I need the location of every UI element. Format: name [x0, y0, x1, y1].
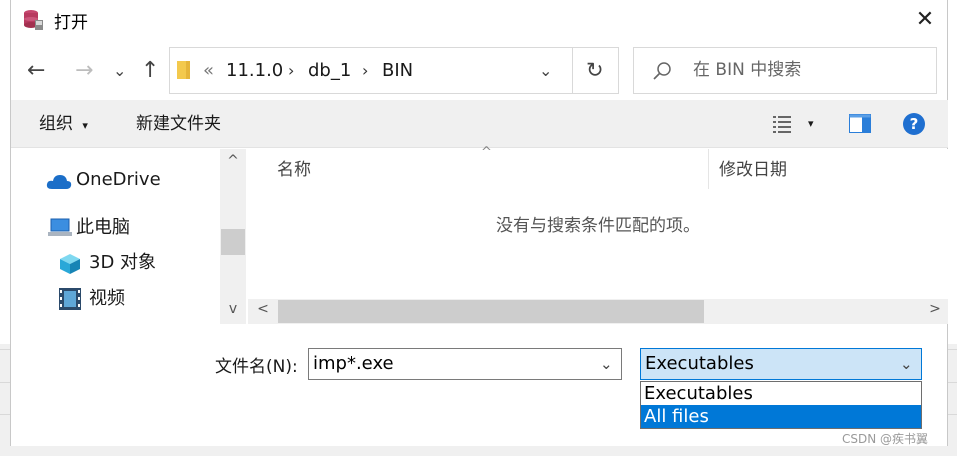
filename-value: imp*.exe — [313, 353, 394, 374]
breadcrumb-overflow[interactable]: « — [203, 48, 214, 93]
organize-label: 组织 — [39, 114, 73, 134]
new-folder-button[interactable]: 新建文件夹 — [136, 100, 221, 148]
organize-arrow-icon: ▾ — [82, 119, 88, 132]
filetype-options-list: Executables All files — [640, 381, 922, 429]
search-icon — [652, 61, 672, 81]
film-icon — [59, 288, 81, 310]
filename-input[interactable]: imp*.exe ⌄ — [308, 348, 622, 380]
window-title: 打开 — [54, 13, 88, 33]
details-view-icon[interactable] — [771, 113, 795, 135]
filename-dropdown-icon[interactable]: ⌄ — [600, 349, 613, 379]
forward-button[interactable]: → — [75, 54, 93, 88]
sort-ascending-icon: ^ — [481, 145, 492, 160]
address-divider — [572, 48, 573, 93]
recent-locations-button[interactable]: ⌄ — [113, 54, 126, 88]
up-button[interactable]: ↑ — [141, 54, 159, 88]
help-button[interactable]: ? — [903, 113, 925, 135]
column-divider[interactable] — [708, 149, 709, 189]
close-button[interactable]: ✕ — [910, 6, 940, 34]
search-placeholder: 在 BIN 中搜索 — [693, 60, 802, 80]
command-bar: 组织 ▾ 新建文件夹 ▾ ? — [11, 100, 948, 148]
view-options-arrow-icon[interactable]: ▾ — [808, 100, 814, 148]
database-app-icon — [22, 8, 44, 32]
scroll-right-icon[interactable]: > — [922, 301, 948, 317]
column-header-name[interactable]: 名称 — [277, 157, 311, 183]
sidebar-item-label: OneDrive — [76, 169, 161, 190]
back-button[interactable]: ← — [27, 54, 45, 88]
filename-label: 文件名(N): — [215, 357, 298, 377]
column-header-date-modified[interactable]: 修改日期 — [719, 157, 787, 183]
breadcrumb-item[interactable]: 11.1.0 — [226, 48, 283, 93]
sidebar-item-label: 视频 — [89, 288, 125, 309]
breadcrumb-item[interactable]: db_1 — [308, 48, 351, 93]
breadcrumb-chevron-icon[interactable]: › — [362, 48, 368, 93]
empty-results-message: 没有与搜索条件匹配的项。 — [496, 216, 700, 236]
cloud-icon — [46, 171, 72, 189]
scrollbar-thumb[interactable] — [278, 300, 704, 323]
filetype-option-highlighted[interactable]: All files — [641, 405, 921, 428]
sidebar-item-label: 3D 对象 — [89, 252, 157, 273]
breadcrumb-chevron-icon[interactable]: › — [288, 48, 294, 93]
navigation-pane-scrollbar[interactable]: ^ v — [220, 149, 246, 324]
search-box[interactable]: 在 BIN 中搜索 — [633, 47, 937, 94]
preview-pane-icon[interactable] — [849, 114, 871, 133]
scroll-down-icon[interactable]: v — [220, 301, 246, 317]
scroll-left-icon[interactable]: < — [250, 301, 276, 317]
scroll-up-icon[interactable]: ^ — [220, 153, 246, 169]
address-dropdown-button[interactable]: ⌄ — [539, 48, 552, 93]
file-list-hscrollbar[interactable]: < > — [248, 299, 948, 324]
navigation-pane: OneDrive 此电脑 3D 对象 视频 — [11, 149, 220, 324]
address-bar[interactable]: « 11.1.0 › db_1 › BIN ⌄ ↻ — [169, 47, 619, 94]
file-list: ^ 名称 修改日期 没有与搜索条件匹配的项。 — [248, 145, 948, 299]
refresh-button[interactable]: ↻ — [586, 48, 604, 93]
filetype-value: Executables — [645, 353, 754, 374]
breadcrumb-item[interactable]: BIN — [382, 48, 413, 93]
watermark-text: CSDN @疾书翼 — [842, 432, 929, 446]
filetype-dropdown-icon[interactable]: ⌄ — [900, 349, 913, 379]
sidebar-item-label: 此电脑 — [76, 217, 130, 238]
folder-icon — [177, 61, 190, 79]
cube-3d-icon — [59, 253, 81, 275]
scrollbar-thumb[interactable] — [221, 229, 245, 255]
organize-button[interactable]: 组织 ▾ — [39, 100, 88, 148]
filetype-select[interactable]: Executables ⌄ — [640, 348, 922, 380]
computer-icon — [48, 218, 72, 238]
filetype-option[interactable]: Executables — [641, 382, 921, 405]
